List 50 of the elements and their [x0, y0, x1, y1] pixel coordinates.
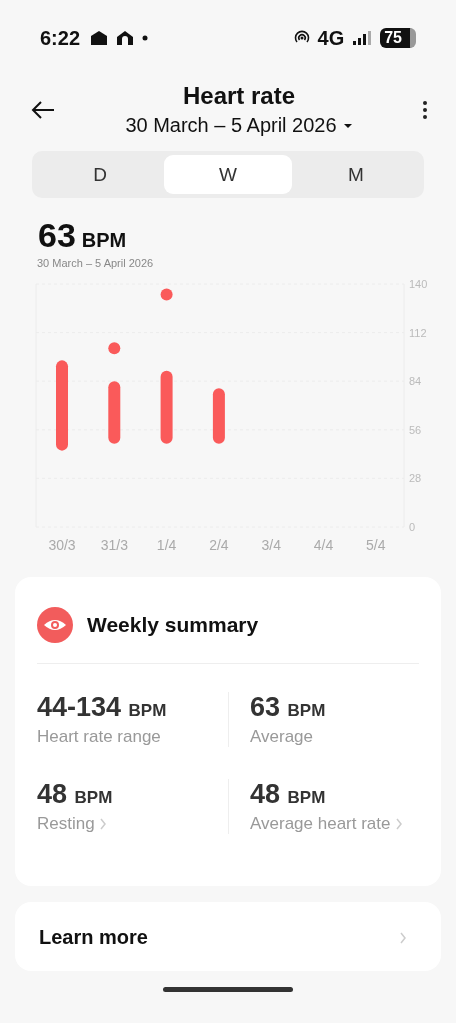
axis-date-label: 2/4 — [209, 537, 229, 553]
axis-date-label: 3/4 — [261, 537, 281, 553]
unit-label: BPM — [74, 788, 113, 807]
page-title: Heart rate — [182, 82, 296, 110]
card-title: Weekly summary — [87, 613, 259, 637]
unit-label: BPM — [287, 788, 326, 807]
unit-label: BPM — [128, 701, 167, 720]
stat-label: Heart rate range — [37, 727, 161, 747]
chevron-icon — [399, 931, 407, 944]
caret-icon — [342, 121, 353, 130]
peak-dot — [108, 342, 121, 355]
stat-value: 63 — [250, 692, 281, 722]
axis-tick-label: 56 — [409, 423, 422, 436]
stat-value: 48 — [37, 779, 68, 809]
more-icon[interactable] — [422, 99, 428, 120]
axis-tick-label: 84 — [409, 375, 422, 388]
date-range-selector[interactable]: 30 March – 5 April 2026 — [125, 114, 353, 137]
period-tab[interactable]: M — [292, 155, 420, 194]
axis-date-label: 30/3 — [48, 537, 76, 553]
status-time: 6:22 — [40, 26, 81, 50]
peak-dot — [160, 288, 173, 301]
axis-date-label: 1/4 — [156, 537, 177, 553]
heart-rate-value: 63 — [38, 216, 76, 255]
range-bar — [212, 388, 225, 444]
axis-date-label: 31/3 — [100, 537, 128, 553]
stat-value: 44-134 — [37, 692, 122, 722]
dot-icon — [142, 35, 149, 41]
period-tab[interactable]: D — [36, 155, 164, 194]
axis-tick-label: 112 — [409, 326, 427, 339]
period-tab[interactable]: W — [164, 155, 292, 194]
chevron-icon — [98, 818, 107, 830]
battery-indicator: 75 — [380, 28, 416, 48]
eye-icon — [37, 607, 73, 643]
axis-date-label: 5/4 — [366, 537, 386, 553]
unit-label: BPM — [81, 229, 127, 252]
unit-label: BPM — [287, 701, 326, 720]
home-icon — [90, 30, 109, 46]
network-label: 4G — [317, 26, 345, 50]
signal-icon — [352, 30, 373, 46]
axis-tick-label: 140 — [409, 278, 428, 290]
axis-date-label: 4/4 — [313, 537, 334, 553]
chevron-icon — [394, 818, 403, 830]
back-arrow-icon[interactable] — [30, 99, 56, 120]
arch-icon — [116, 30, 135, 46]
axis-tick-label: 28 — [409, 472, 422, 485]
date-caption: 30 March – 5 April 2026 — [36, 256, 155, 269]
stat-value: 48 — [250, 779, 281, 809]
learn-more-row[interactable]: Learn more — [15, 902, 441, 971]
stat-label: Average — [250, 727, 313, 747]
range-bar — [108, 381, 121, 444]
